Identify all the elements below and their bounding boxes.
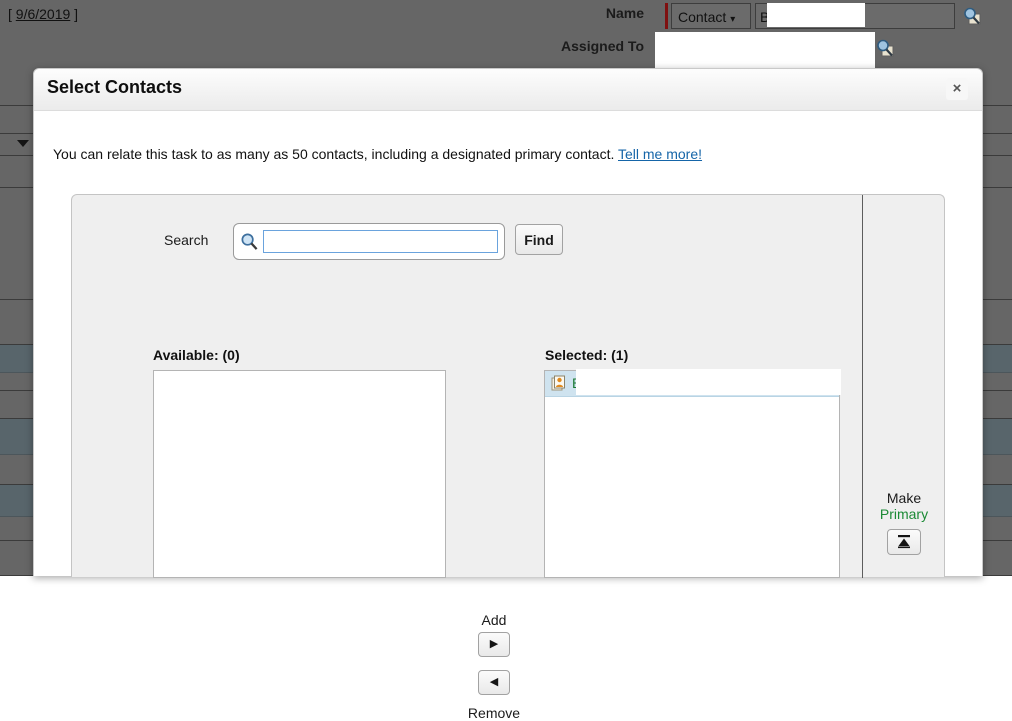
redaction-mask-selected-contact xyxy=(576,369,841,395)
required-field-marker xyxy=(665,3,668,29)
tell-me-more-link[interactable]: Tell me more! xyxy=(618,146,702,162)
name-type-dropdown[interactable]: Contact ▾ xyxy=(671,3,751,29)
date-stamp: [ 9/6/2019 ] xyxy=(8,6,78,22)
make-primary-label-line1: Make xyxy=(862,490,946,506)
selected-heading: Selected: (1) xyxy=(545,347,628,363)
dialog-header: Select Contacts × xyxy=(34,69,982,111)
select-contacts-dialog: Select Contacts × You can relate this ta… xyxy=(33,68,983,576)
make-primary-controls: Make Primary xyxy=(862,490,946,559)
move-to-top-icon xyxy=(888,530,920,554)
task-edit-form-header: [ 9/6/2019 ] Name Contact▾ Ba Assigned T… xyxy=(0,0,1012,68)
name-field-label: Name xyxy=(520,5,644,21)
redaction-mask-assigned-to xyxy=(655,32,875,68)
dialog-title: Select Contacts xyxy=(47,77,182,98)
chevron-down-icon xyxy=(17,140,29,147)
available-heading: Available: (0) xyxy=(153,347,240,363)
add-label: Add xyxy=(464,370,524,628)
available-contacts-list[interactable] xyxy=(153,370,446,578)
arrow-left-icon: ◀ xyxy=(479,671,509,694)
add-button[interactable]: ▶ xyxy=(478,632,510,657)
remove-button[interactable]: ◀ xyxy=(478,670,510,695)
search-input[interactable] xyxy=(263,230,498,253)
date-link[interactable]: 9/6/2019 xyxy=(16,6,71,22)
find-button[interactable]: Find xyxy=(515,224,563,255)
magnifier-lookup-icon[interactable] xyxy=(875,38,895,58)
date-stamp-prefix: [ xyxy=(8,6,16,22)
name-type-value: Contact xyxy=(678,9,726,25)
chevron-down-icon: ▾ xyxy=(730,14,735,25)
dialog-intro-text: You can relate this task to as many as 5… xyxy=(53,146,702,162)
selected-contacts-list[interactable]: Ba xyxy=(544,370,840,578)
assigned-to-field-label: Assigned To xyxy=(480,38,644,54)
transfer-controls: Add ▶ ◀ Remove xyxy=(464,370,524,721)
make-primary-button[interactable] xyxy=(887,529,921,555)
search-icon xyxy=(240,232,259,251)
search-box xyxy=(233,223,505,260)
search-label: Search xyxy=(164,232,208,248)
make-primary-label-line2: Primary xyxy=(862,506,946,522)
contact-person-icon xyxy=(551,375,567,391)
close-icon[interactable]: × xyxy=(946,78,968,100)
redaction-mask-name xyxy=(767,3,865,27)
intro-sentence: You can relate this task to as many as 5… xyxy=(53,146,614,162)
arrow-right-icon: ▶ xyxy=(479,633,509,656)
magnifier-lookup-icon[interactable] xyxy=(962,6,982,26)
date-stamp-suffix: ] xyxy=(70,6,78,22)
remove-label: Remove xyxy=(464,705,524,721)
